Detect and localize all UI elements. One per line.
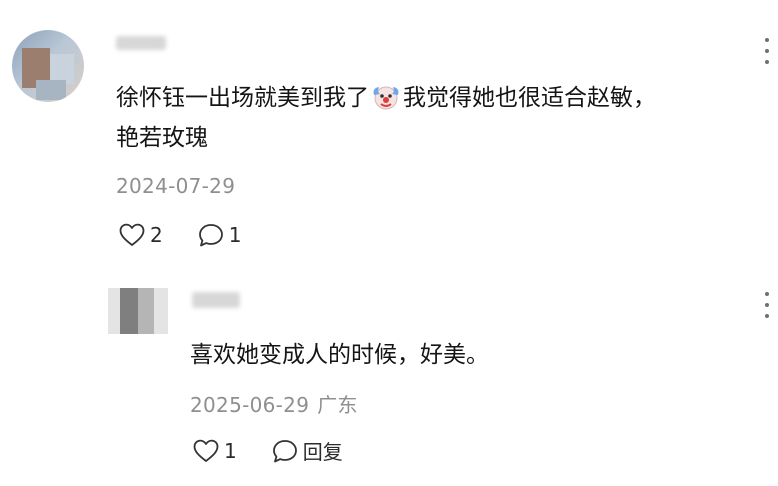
heart-outline-icon [119, 223, 145, 246]
reply-region: 广东 [317, 393, 358, 417]
reply-username-blurred[interactable] [192, 292, 240, 308]
reply-text: 喜欢她变成人的时候，好美。 [190, 342, 489, 368]
reply-actions: 1 回复 [192, 436, 377, 465]
reply-button[interactable]: 1 [197, 222, 242, 248]
reply-reply-button[interactable]: 回复 [271, 436, 343, 465]
like-count: 2 [150, 223, 163, 247]
comment-text-line-1: 徐怀钰一出场就美到我了 我觉得她也很适合赵敏， [116, 78, 656, 118]
reply-like-button[interactable]: 1 [192, 438, 237, 464]
speech-bubble-icon [272, 439, 297, 462]
more-vertical-icon[interactable] [764, 292, 770, 318]
reply-count: 1 [228, 223, 242, 247]
comment-text-part-a: 徐怀钰一出场就美到我了 [116, 85, 369, 111]
more-vertical-icon[interactable] [764, 38, 770, 64]
comment-date: 2024-07-29 [116, 174, 236, 198]
like-button[interactable]: 2 [118, 222, 163, 248]
comment-text-part-b: 我觉得她也很适合赵敏， [403, 85, 656, 111]
reply-avatar[interactable] [108, 288, 168, 334]
speech-bubble-icon [198, 224, 223, 247]
reply-meta: 2025-06-29 广东 [190, 389, 358, 418]
heart-outline-icon [193, 439, 219, 462]
reply-date: 2025-06-29 [190, 393, 310, 417]
avatar[interactable] [12, 30, 84, 102]
username-blurred[interactable] [116, 36, 166, 50]
reply-like-count: 1 [224, 438, 237, 463]
comment-text-line-2: 艳若玫瑰 [116, 125, 208, 151]
reply-label: 回复 [302, 440, 343, 464]
clown-face-icon [373, 86, 399, 110]
comment-actions: 2 1 [118, 222, 275, 248]
